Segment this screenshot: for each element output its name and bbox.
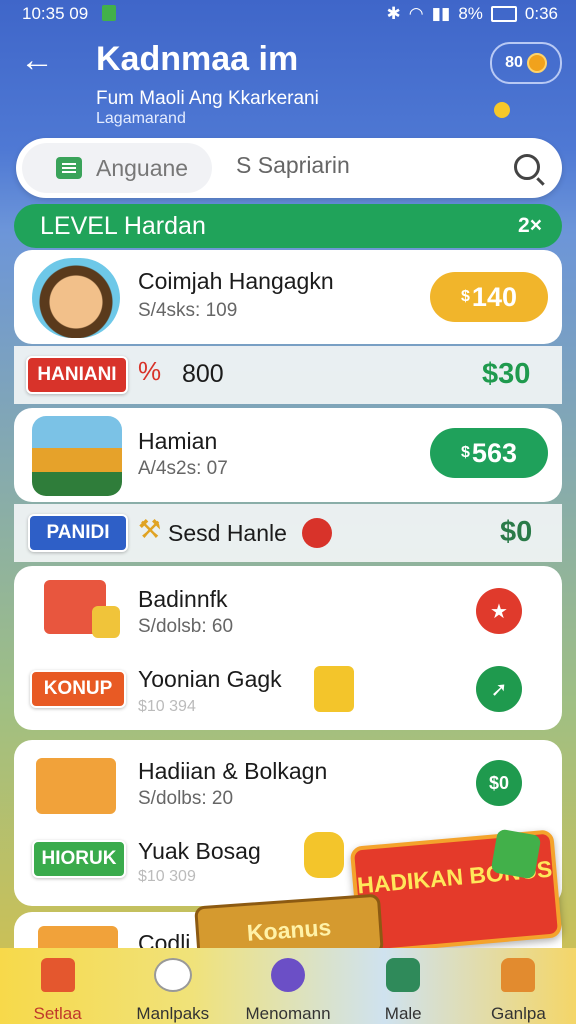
item-title: Hadiian & Bolkagn	[138, 758, 328, 784]
search-bar: Anguane S Sapriarin	[16, 138, 562, 198]
hammer-icon: ⚒	[138, 514, 162, 544]
status-time-left: 10:35 09	[22, 4, 89, 23]
page-subtitle: Fum Maoli Ang Kkarkerani	[96, 88, 319, 109]
battery-percent: 8%	[458, 4, 483, 23]
item-price: $0	[500, 516, 533, 548]
gift-icon	[314, 666, 354, 712]
item-price: $30	[482, 358, 531, 390]
cup-icon	[92, 606, 120, 638]
search-input[interactable]: S Sapriarin	[236, 152, 350, 179]
menu-icon	[56, 157, 82, 179]
ribbon-tag: PANIDI	[28, 514, 128, 552]
percent-icon: %	[138, 356, 162, 386]
nav-label: Male	[384, 1004, 422, 1023]
jar-icon	[304, 832, 344, 878]
item-meta: S/dolbs: 20	[138, 788, 234, 809]
item-image	[32, 416, 122, 496]
back-arrow-icon[interactable]: ←	[20, 42, 56, 78]
category-tab-label: Anguane	[96, 154, 189, 181]
price-button[interactable]: $ 140	[430, 272, 548, 322]
page-title: Kadnmaa im	[96, 40, 299, 78]
nav-item-male[interactable]: Male	[346, 948, 461, 1024]
level-label: LEVEL Hardan	[40, 212, 206, 240]
avatar	[32, 258, 120, 338]
coin-icon	[526, 53, 547, 73]
gift-icon	[490, 828, 542, 880]
nav-item-menomann[interactable]: Menomann	[230, 948, 345, 1024]
notification-icon	[102, 5, 116, 21]
item-title: Badinnfk	[138, 586, 228, 612]
nav-item-setlaa[interactable]: Setlaa	[0, 948, 115, 1024]
item-meta: $10 394	[138, 698, 196, 715]
ribbon-tag: HIORUK	[32, 840, 126, 878]
bomb-icon	[302, 518, 332, 548]
price-value: 563	[471, 437, 517, 468]
gift-pile-icon	[36, 758, 116, 814]
nav-label: Ganlpa	[491, 1004, 546, 1023]
home-alt-icon	[501, 958, 536, 992]
coin-balance-value: 80	[505, 54, 523, 71]
item-meta: S/dolsb: 60	[138, 616, 234, 637]
users-icon	[153, 958, 192, 992]
price-value: 140	[471, 281, 517, 312]
status-time-right: 0:36	[524, 4, 558, 23]
home-icon	[40, 958, 75, 992]
item-title: Coimjah Hangagkn	[138, 268, 334, 294]
level-bar[interactable]: LEVEL Hardan 2×	[14, 204, 562, 248]
list-item[interactable]: Hamian A/4s2s: 07 $ 563	[14, 408, 562, 502]
ribbon-tag: KONUP	[30, 670, 126, 708]
list-item[interactable]: PANIDI ⚒ Sesd Hanle $0	[14, 504, 562, 562]
list-item[interactable]: Coimjah Hangagkn S/4sks: 109 $ 140	[14, 250, 562, 344]
item-title: Yoonian Gagk	[138, 666, 282, 692]
level-multiplier: 2×	[518, 214, 542, 237]
item-meta: S/4sks: 109	[138, 300, 238, 321]
coin-icon	[494, 102, 510, 118]
category-tab[interactable]: Anguane	[22, 143, 212, 193]
card-icon	[386, 958, 421, 992]
bottom-nav: Setlaa Manlpaks Menomann Male Ganlpa	[0, 948, 576, 1024]
price-button[interactable]: $ 563	[430, 428, 548, 478]
search-icon[interactable]	[514, 154, 540, 180]
nav-label: Setlaa	[33, 1004, 82, 1023]
item-value: Sesd Hanle	[168, 520, 287, 546]
page-subtitle-secondary: Lagamarand	[96, 110, 186, 127]
list-item[interactable]: HANIANI % 800 $30	[14, 346, 562, 404]
list-card: Badinnfk S/dolsb: 60 ★ KONUP Yoonian Gag…	[14, 566, 562, 730]
ribbon-tag: HANIANI	[26, 356, 128, 394]
signal-icon: ▮▮	[431, 4, 451, 23]
nav-label: Menomann	[245, 1004, 331, 1023]
share-icon[interactable]: ➚	[476, 666, 522, 712]
wifi-icon: ◠	[408, 4, 424, 23]
nav-label: Manlpaks	[136, 1004, 210, 1023]
item-meta: $10 309	[138, 868, 196, 885]
nav-item-ganlpa[interactable]: Ganlpa	[461, 948, 576, 1024]
game-icon	[271, 958, 305, 992]
app-screen: 10:35 09 ✱ ◠ ▮▮ 8% 0:36 ← Kadnmaa im Fum…	[0, 0, 576, 1024]
item-title: Hamian	[138, 428, 218, 454]
status-bar: 10:35 09 ✱ ◠ ▮▮ 8% 0:36	[0, 0, 576, 28]
star-badge-icon[interactable]: ★	[476, 588, 522, 634]
price-button[interactable]: $0	[476, 760, 522, 806]
coin-balance-button[interactable]: 80	[490, 42, 562, 84]
bonus-ribbon-text: Koanus	[245, 913, 332, 946]
item-meta: A/4s2s: 07	[138, 458, 228, 479]
bluetooth-icon: ✱	[386, 4, 401, 23]
item-value: 800	[182, 360, 224, 388]
item-title: Yuak Bosag	[138, 838, 261, 864]
battery-icon	[490, 6, 517, 22]
nav-item-manlpaks[interactable]: Manlpaks	[115, 948, 230, 1024]
